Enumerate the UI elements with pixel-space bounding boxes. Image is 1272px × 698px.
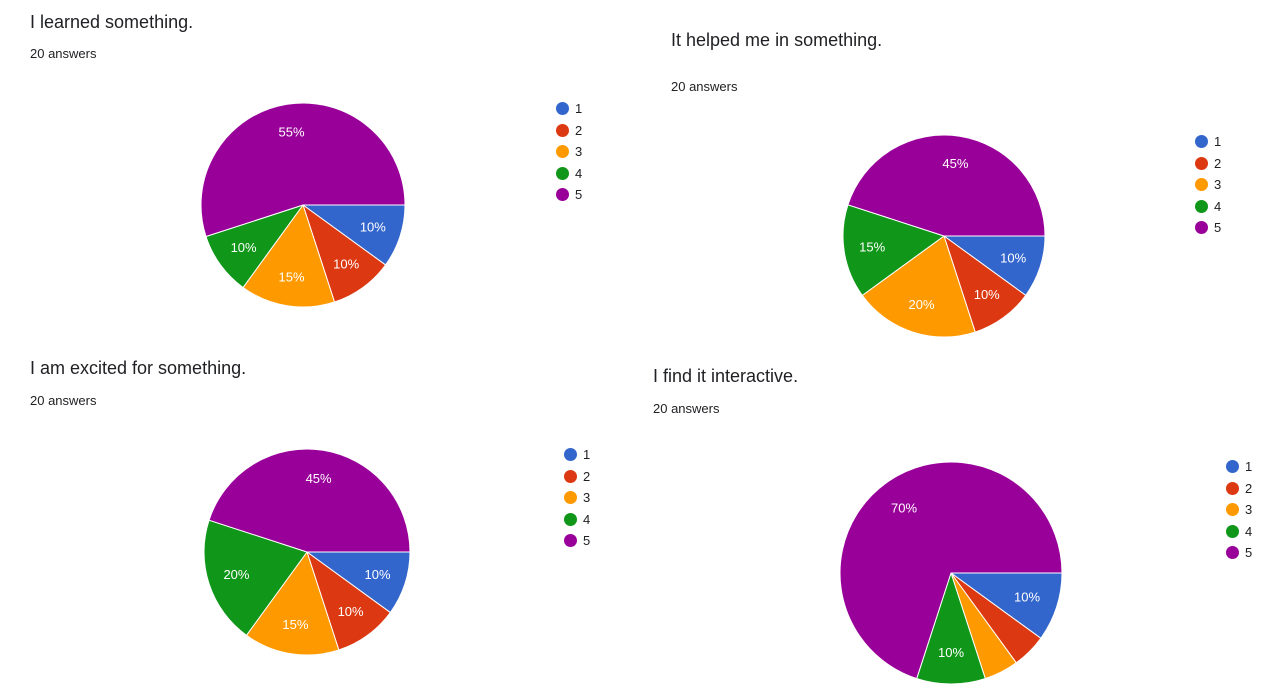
slice-value-label: 10%: [1014, 590, 1040, 605]
legend-label: 3: [1245, 502, 1253, 518]
legend-label: 5: [1245, 545, 1253, 561]
slice-value-label: 70%: [891, 500, 917, 515]
legend-swatch: [1226, 481, 1239, 495]
legend-item-5[interactable]: 5: [1226, 542, 1252, 564]
legend-swatch: [1226, 524, 1239, 538]
legend-swatch: [1226, 503, 1239, 517]
legend-label: 2: [1245, 480, 1253, 496]
legend-item-1[interactable]: 1: [1226, 456, 1252, 478]
legend-swatch: [1226, 460, 1239, 474]
legend-item-3[interactable]: 3: [1226, 499, 1252, 521]
slice-value-label: 10%: [938, 645, 964, 660]
pie-chart: 10% 10% 70%: [839, 461, 1063, 685]
legend-label: 1: [1245, 459, 1253, 475]
legend-item-2[interactable]: 2: [1226, 478, 1252, 500]
legend-label: 4: [1245, 523, 1253, 539]
legend-swatch: [1226, 546, 1239, 560]
chart-legend: 1 2 3 4 5: [1226, 456, 1252, 564]
legend-item-4[interactable]: 4: [1226, 521, 1252, 543]
